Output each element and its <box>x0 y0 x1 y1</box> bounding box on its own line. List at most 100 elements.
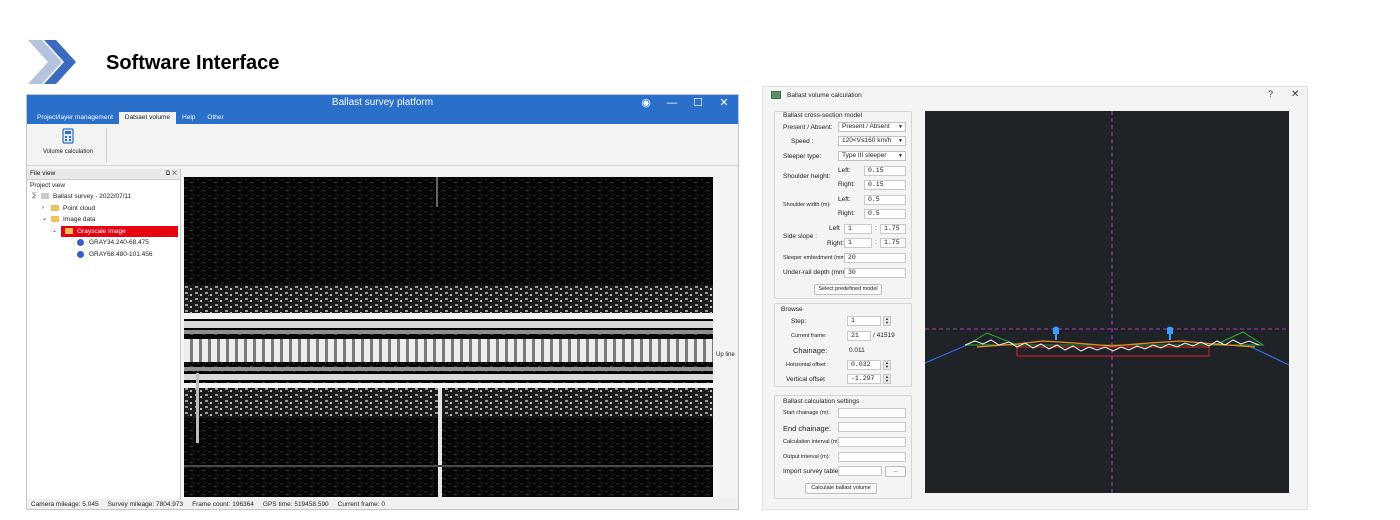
chainage-value: 0.011 <box>849 347 865 354</box>
menu-bar: Project/layer management Datsaet volume … <box>27 112 738 124</box>
horizontal-offset-input[interactable]: 0.032 <box>847 360 881 370</box>
tree-root-label: Ballast survey - 2022/07/11 <box>53 193 132 200</box>
shoulder-height-left-input[interactable]: 0.15 <box>864 166 906 176</box>
tab-other[interactable]: Other <box>201 112 229 124</box>
file-view-header: File view ⧉ ✕ <box>27 169 180 180</box>
float-icon[interactable]: ⧉ <box>166 170 171 177</box>
end-chainage-input[interactable] <box>838 422 906 432</box>
tree-grayscale-row[interactable]: ⌄ Grayscale image <box>27 225 180 237</box>
end-chainage-label: End chainage: <box>783 424 831 433</box>
volume-calculation-label: Volume calculation <box>42 149 94 155</box>
up-line-label: Up line <box>716 352 735 358</box>
cross-section-canvas[interactable] <box>925 111 1289 493</box>
camera-mileage: Camera mileage: 5.045 <box>31 501 99 508</box>
chainage-label: Chainage: <box>793 346 828 355</box>
dropdown-arrow-icon: ▼ <box>898 138 903 144</box>
cross-section-profile <box>925 111 1289 493</box>
slide: Software Interface Ballast survey platfo… <box>0 0 1400 520</box>
calculate-ballast-volume-button[interactable]: Calculate ballast volume <box>805 483 877 494</box>
present-absent-select[interactable]: Present / Absent ▼ <box>838 122 906 132</box>
side-slope-right-a-input[interactable]: 1 <box>844 238 872 248</box>
account-icon[interactable]: ◉ <box>640 96 652 110</box>
help-button[interactable]: ? <box>1268 89 1273 99</box>
grayscale-label: Grayscale image <box>77 227 126 235</box>
shoulder-height-right-input[interactable]: 0.15 <box>864 180 906 190</box>
shoulder-height-label: Shoulder height: <box>783 173 831 180</box>
vertical-offset-input[interactable]: -1.297 <box>847 374 881 384</box>
under-rail-depth-input[interactable]: 30 <box>844 268 906 278</box>
colon-separator: : <box>875 239 877 246</box>
collapse-icon[interactable]: ⅀ <box>32 191 37 202</box>
globe-icon <box>77 239 84 246</box>
chevron-down-icon[interactable]: ⌄ <box>42 214 47 225</box>
tab-dataset-volume[interactable]: Datsaet volume <box>118 112 177 124</box>
double-chevron-icon <box>28 40 78 84</box>
calculation-interval-label: Calculation interval (m): <box>783 439 841 445</box>
volume-calculation-button[interactable]: Volume calculation <box>37 128 99 155</box>
shoulder-width-left-input[interactable]: 0.5 <box>864 195 906 205</box>
sleeper-type-value: Type III sleeper <box>842 152 887 159</box>
tab-help[interactable]: Help <box>176 112 201 124</box>
ballast-volume-dialog: Ballast volume calculation ? ✕ Ballast c… <box>762 86 1308 510</box>
shoulder-width-right-input[interactable]: 0.5 <box>864 209 906 219</box>
current-frame-label: Current frame: <box>791 333 827 339</box>
chevron-right-icon[interactable]: › <box>42 203 44 214</box>
maximize-button[interactable]: ☐ <box>692 96 704 110</box>
current-frame-input[interactable]: 21 <box>847 331 871 341</box>
project-icon <box>41 193 49 199</box>
dropdown-arrow-icon: ▼ <box>898 124 903 130</box>
ribbon: Volume calculation <box>27 124 738 166</box>
browse-file-button[interactable]: ... <box>885 466 906 477</box>
window-title: Ballast survey platform <box>331 97 434 108</box>
status-bar: Camera mileage: 5.045 Survey mileage: 78… <box>27 499 738 509</box>
tree-gray-item-2[interactable]: GRAY68.480-101.456 <box>27 249 180 261</box>
colon-separator: : <box>875 225 877 232</box>
sh-right-label: Right: <box>838 181 855 188</box>
tree-root[interactable]: ⅀ Ballast survey - 2022/07/11 <box>27 191 180 203</box>
minimize-button[interactable]: — <box>666 96 678 110</box>
present-absent-value: Present / Absent <box>842 123 890 130</box>
speed-select[interactable]: 120<V≤160 km/h ▼ <box>838 136 906 146</box>
sleeper-type-select[interactable]: Type III sleeper ▼ <box>838 151 906 161</box>
panel-close-icon[interactable]: ✕ <box>172 170 177 177</box>
sleeper-embedment-input[interactable]: 20 <box>844 253 906 263</box>
import-survey-table-label: Import survey table <box>783 468 839 475</box>
folder-icon <box>51 216 59 222</box>
calculation-interval-input[interactable] <box>838 437 906 447</box>
current-frame: Current frame: 0 <box>337 501 385 508</box>
file-view-title: File view <box>30 170 56 177</box>
step-spin-button[interactable]: ▲ ▼ <box>883 316 891 326</box>
gray-item-2-label: GRAY68.480-101.456 <box>89 250 153 258</box>
vertical-offset-spin-button[interactable]: ▲ ▼ <box>883 374 891 384</box>
sw-right-label: Right: <box>838 210 855 217</box>
chevron-down-icon[interactable]: ⌄ <box>52 226 57 237</box>
tree-image-data[interactable]: ⌄ Image data <box>27 214 180 226</box>
file-view-panel: File view ⧉ ✕ Project view ⅀ Ballast sur… <box>27 169 181 499</box>
present-absent-label: Present / Absent: <box>783 124 833 131</box>
step-label: Step: <box>791 318 807 325</box>
tree-gray-item-1[interactable]: GRAY34.240-68.475 <box>27 237 180 249</box>
dropdown-arrow-icon: ▼ <box>898 153 903 159</box>
step-input[interactable]: 1 <box>847 316 881 326</box>
title-bar: Ballast survey platform ◉ — ☐ ✕ <box>27 95 738 112</box>
side-slope-left-a-input[interactable]: 1 <box>844 224 872 234</box>
image-view-pane[interactable]: Up line <box>182 169 738 499</box>
ribbon-divider <box>106 128 107 162</box>
calc-title: Ballast calculation settings <box>783 398 860 405</box>
tab-project-layer[interactable]: Project/layer management <box>31 112 119 124</box>
folder-icon <box>65 227 73 234</box>
main-content: File view ⧉ ✕ Project view ⅀ Ballast sur… <box>27 169 738 499</box>
model-group-title: Ballast cross-section model <box>783 112 863 119</box>
import-survey-table-input[interactable] <box>838 466 882 476</box>
side-slope-right-b-input[interactable]: 1.75 <box>880 238 906 248</box>
project-view-label: Project view <box>30 182 66 189</box>
output-interval-input[interactable] <box>838 452 906 462</box>
select-predefined-model-button[interactable]: Select predefined model <box>814 284 882 295</box>
side-slope-left-b-input[interactable]: 1.75 <box>880 224 906 234</box>
dialog-close-button[interactable]: ✕ <box>1291 89 1299 100</box>
horizontal-offset-spin-button[interactable]: ▲ ▼ <box>883 360 891 370</box>
under-rail-depth-label: Under-rail depth (mm): <box>783 269 849 276</box>
tree-point-cloud[interactable]: › Point cloud <box>27 203 180 215</box>
close-button[interactable]: ✕ <box>718 96 730 110</box>
start-chainage-input[interactable] <box>838 408 906 418</box>
